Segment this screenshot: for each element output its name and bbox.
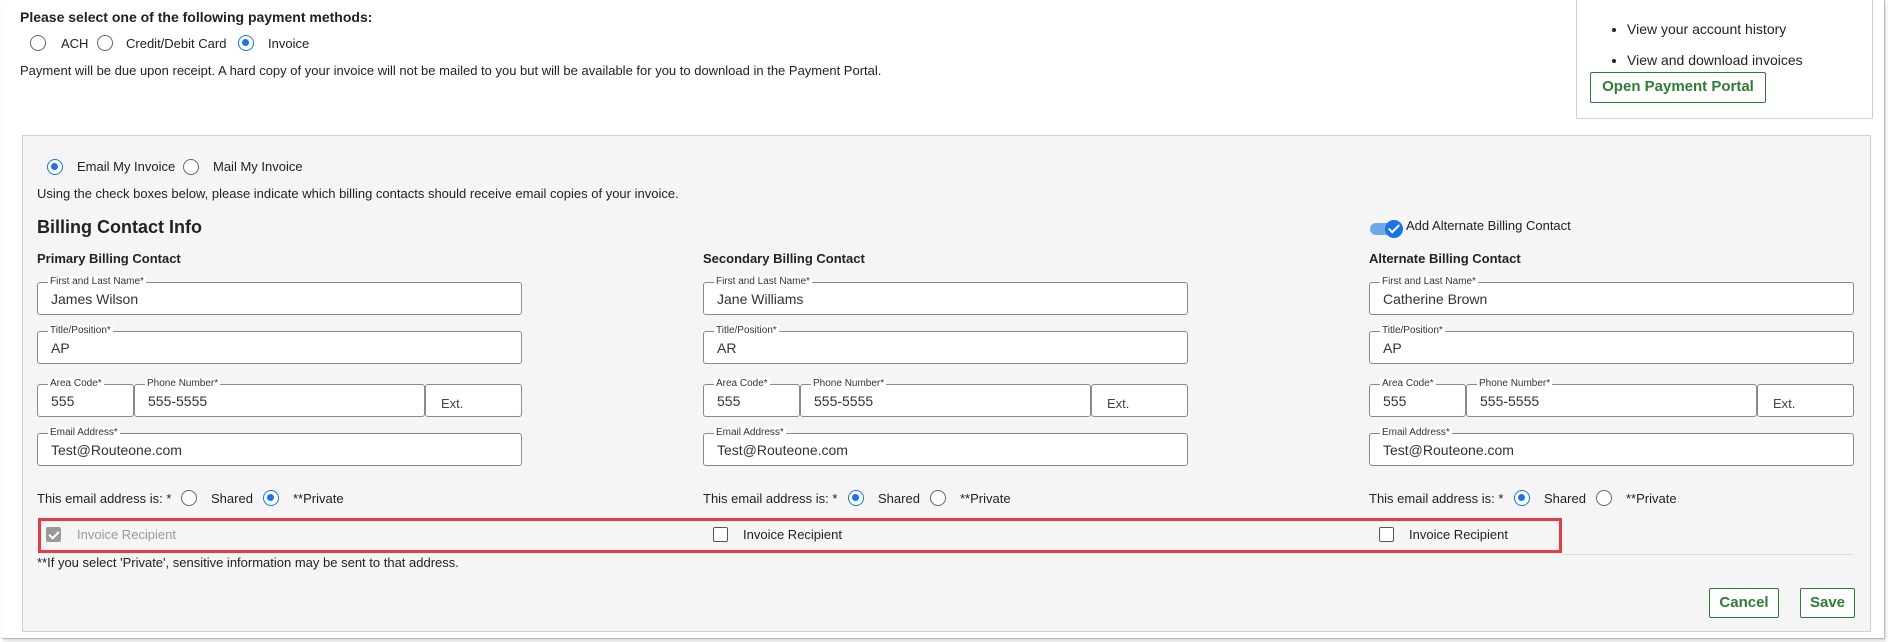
- page-frame: Please select one of the following payme…: [2, 0, 1885, 639]
- primary-phone-field[interactable]: Phone Number* 555-5555: [134, 378, 425, 417]
- payment-due-note: Payment will be due upon receipt. A hard…: [20, 63, 882, 78]
- field-label: First and Last Name*: [1380, 276, 1478, 288]
- email-invoice-radio[interactable]: [47, 159, 63, 175]
- field-placeholder: Ext.: [1773, 396, 1796, 411]
- primary-contact-heading: Primary Billing Contact: [37, 251, 181, 266]
- secondary-name-field[interactable]: First and Last Name* Jane Williams: [703, 276, 1188, 315]
- secondary-area-code-field[interactable]: Area Code* 555: [703, 378, 800, 417]
- open-payment-portal-button[interactable]: Open Payment Portal: [1590, 72, 1766, 103]
- alternate-area-code-field[interactable]: Area Code* 555: [1369, 378, 1466, 417]
- field-value: Catherine Brown: [1383, 291, 1488, 307]
- save-button[interactable]: Save: [1800, 588, 1855, 618]
- payment-method-card-label[interactable]: Credit/Debit Card: [126, 36, 226, 51]
- secondary-email-type-label: This email address is: *: [703, 491, 838, 506]
- primary-title-field[interactable]: Title/Position* AP: [37, 325, 522, 364]
- secondary-ext-field[interactable]: Ext.: [1091, 384, 1188, 417]
- payment-method-invoice-label[interactable]: Invoice: [268, 36, 309, 51]
- alternate-title-field[interactable]: Title/Position* AP: [1369, 325, 1854, 364]
- field-value: AR: [717, 340, 737, 356]
- field-label: Area Code*: [1380, 378, 1436, 390]
- payment-method-card-radio[interactable]: [97, 35, 113, 51]
- mail-invoice-radio[interactable]: [183, 159, 199, 175]
- field-value: James Wilson: [51, 291, 139, 307]
- email-instruction: Using the check boxes below, please indi…: [37, 186, 679, 201]
- primary-email-type-label: This email address is: *: [37, 491, 172, 506]
- secondary-private-label[interactable]: **Private: [960, 491, 1011, 506]
- secondary-private-radio[interactable]: [930, 490, 946, 506]
- field-label: Area Code*: [714, 378, 770, 390]
- field-value: 555: [51, 393, 75, 409]
- alternate-contact-heading: Alternate Billing Contact: [1369, 251, 1521, 266]
- field-value: Test@Routeone.com: [717, 442, 848, 458]
- secondary-email-field[interactable]: Email Address* Test@Routeone.com: [703, 427, 1188, 466]
- field-placeholder: Ext.: [441, 396, 464, 411]
- alternate-shared-label[interactable]: Shared: [1544, 491, 1586, 506]
- email-invoice-label[interactable]: Email My Invoice: [77, 159, 175, 174]
- payment-method-invoice-radio[interactable]: [238, 35, 254, 51]
- field-placeholder: Ext.: [1107, 396, 1130, 411]
- secondary-shared-label[interactable]: Shared: [878, 491, 920, 506]
- field-label: Phone Number*: [1477, 378, 1553, 390]
- field-label: Email Address*: [714, 427, 786, 439]
- primary-ext-field[interactable]: Ext.: [425, 384, 522, 417]
- field-value: 555: [1383, 393, 1407, 409]
- billing-contact-title: Billing Contact Info: [37, 217, 202, 237]
- field-value: AP: [51, 340, 70, 356]
- field-label: Title/Position*: [48, 325, 113, 337]
- secondary-title-field[interactable]: Title/Position* AR: [703, 325, 1188, 364]
- field-label: Phone Number*: [811, 378, 887, 390]
- field-label: Area Code*: [48, 378, 104, 390]
- secondary-phone-field[interactable]: Phone Number* 555-5555: [800, 378, 1091, 417]
- divider: [1563, 554, 1853, 555]
- alternate-phone-field[interactable]: Phone Number* 555-5555: [1466, 378, 1757, 417]
- toggle-check-icon[interactable]: [1385, 220, 1403, 238]
- alternate-private-label[interactable]: **Private: [1626, 491, 1677, 506]
- payment-portal-box: View your account history View and downl…: [1576, 0, 1873, 119]
- primary-private-radio[interactable]: [263, 490, 279, 506]
- alternate-private-radio[interactable]: [1596, 490, 1612, 506]
- portal-feature-list: View your account history View and downl…: [1577, 14, 1803, 76]
- invoice-delivery-panel: Email My Invoice Mail My Invoice Using t…: [22, 135, 1871, 632]
- field-label: First and Last Name*: [48, 276, 146, 288]
- field-label: Email Address*: [1380, 427, 1452, 439]
- primary-area-code-field[interactable]: Area Code* 555: [37, 378, 134, 417]
- alternate-shared-radio[interactable]: [1514, 490, 1530, 506]
- mail-invoice-label[interactable]: Mail My Invoice: [213, 159, 303, 174]
- payment-method-ach-radio[interactable]: [30, 35, 46, 51]
- invoice-recipient-highlight: [38, 518, 1562, 553]
- field-label: First and Last Name*: [714, 276, 812, 288]
- field-label: Title/Position*: [714, 325, 779, 337]
- payment-method-ach-label[interactable]: ACH: [61, 36, 88, 51]
- alternate-email-type-label: This email address is: *: [1369, 491, 1504, 506]
- portal-feature-item: View your account history: [1627, 14, 1803, 45]
- field-value: Test@Routeone.com: [1383, 442, 1514, 458]
- payment-method-heading: Please select one of the following payme…: [20, 9, 373, 25]
- field-value: 555-5555: [1480, 393, 1540, 409]
- private-footnote: **If you select 'Private', sensitive inf…: [37, 555, 459, 570]
- field-label: Email Address*: [48, 427, 120, 439]
- primary-email-field[interactable]: Email Address* Test@Routeone.com: [37, 427, 522, 466]
- field-value: 555-5555: [148, 393, 208, 409]
- field-label: Phone Number*: [145, 378, 221, 390]
- primary-shared-radio[interactable]: [181, 490, 197, 506]
- alternate-contact-toggle-label[interactable]: Add Alternate Billing Contact: [1406, 218, 1571, 233]
- field-value: 555-5555: [814, 393, 874, 409]
- cancel-button[interactable]: Cancel: [1709, 588, 1779, 618]
- field-value: Jane Williams: [717, 291, 804, 307]
- primary-private-label[interactable]: **Private: [293, 491, 344, 506]
- alternate-name-field[interactable]: First and Last Name* Catherine Brown: [1369, 276, 1854, 315]
- field-value: AP: [1383, 340, 1402, 356]
- field-label: Title/Position*: [1380, 325, 1445, 337]
- field-value: Test@Routeone.com: [51, 442, 182, 458]
- field-value: 555: [717, 393, 741, 409]
- alternate-email-field[interactable]: Email Address* Test@Routeone.com: [1369, 427, 1854, 466]
- alternate-ext-field[interactable]: Ext.: [1757, 384, 1854, 417]
- secondary-shared-radio[interactable]: [848, 490, 864, 506]
- primary-name-field[interactable]: First and Last Name* James Wilson: [37, 276, 522, 315]
- primary-shared-label[interactable]: Shared: [211, 491, 253, 506]
- secondary-contact-heading: Secondary Billing Contact: [703, 251, 865, 266]
